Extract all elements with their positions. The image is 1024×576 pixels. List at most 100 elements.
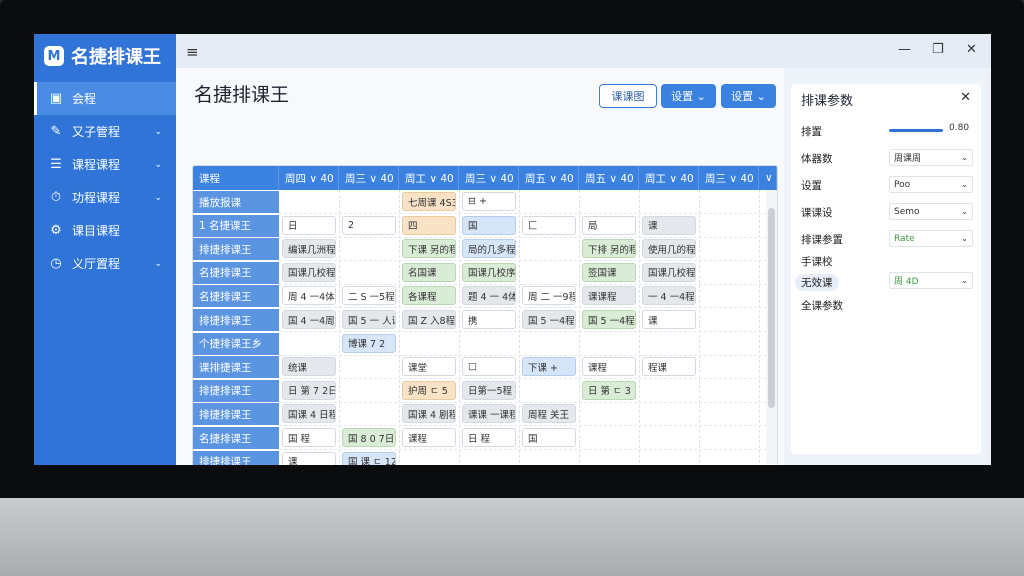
schedule-cell[interactable]: 下课 +	[522, 357, 576, 377]
column-header-course[interactable]: 课程	[193, 166, 279, 190]
row-label[interactable]: 个捷排课王乡	[193, 332, 279, 355]
column-header[interactable]: ∨	[759, 166, 777, 190]
schedule-cell[interactable]: □	[462, 357, 516, 377]
close-icon[interactable]: ✕	[960, 90, 971, 105]
schedule-cell[interactable]: 日 程	[462, 428, 516, 447]
schedule-cell[interactable]: 课堂	[402, 357, 456, 377]
schedule-cell[interactable]: 国 Z 入8程	[402, 310, 456, 329]
schedule-cell[interactable]: 国 5 一 人课	[342, 310, 396, 329]
schedule-cell[interactable]: 下课 另的程	[402, 239, 456, 259]
schedule-cell[interactable]: 日第一5程	[462, 380, 516, 400]
row-label[interactable]: 课排捷课王	[193, 356, 279, 379]
schedule-cell[interactable]: 博课 7 2	[342, 333, 396, 353]
schedule-cell[interactable]: 课程	[402, 428, 456, 447]
param-select[interactable]: 周 4D ⌄	[889, 272, 973, 289]
schedule-cell[interactable]: 课课程	[582, 286, 636, 306]
row-label[interactable]: 排捷排课王	[193, 403, 279, 426]
param-select[interactable]: 周课周 ⌄	[889, 149, 973, 166]
column-header[interactable]: 周五 ∨ 40	[519, 166, 579, 190]
schedule-cell[interactable]: 题 4 一 4体程	[462, 286, 516, 306]
schedule-cell[interactable]: 国 程	[282, 428, 336, 447]
column-header[interactable]: 周四 ∨ 40	[279, 166, 339, 190]
settings-button-2[interactable]: 设置 ⌄	[721, 84, 776, 108]
sidebar-item-dashboard[interactable]: ▣ 会程	[34, 82, 176, 115]
row-label[interactable]: 播放报课	[193, 191, 279, 213]
sidebar-item-function-courses[interactable]: ⏱ 功程课程 ⌄	[34, 181, 176, 214]
schedule-cell[interactable]: 程课	[642, 357, 696, 377]
row-label[interactable]: 排捷排课王	[193, 238, 279, 261]
schedule-cell[interactable]: 使用几的程	[642, 239, 696, 259]
menu-icon[interactable]: ≡	[186, 43, 199, 61]
schedule-cell[interactable]: 签国课	[582, 262, 636, 282]
schedule-cell[interactable]: 护周 ㄷ 5	[402, 380, 456, 400]
schedule-cell[interactable]: 周 4 一4体程	[282, 286, 336, 306]
row-label[interactable]: 排捷排课王	[193, 309, 279, 331]
sidebar-item-subject-courses[interactable]: ⚙ 课目课程	[34, 214, 176, 247]
schedule-cell[interactable]: 国 课 ㄷ 12 周	[342, 451, 396, 465]
schedule-cell[interactable]: 日 第 7 2日 国	[282, 380, 336, 400]
schedule-cell[interactable]: 国	[522, 428, 576, 447]
schedule-cell[interactable]: 课	[642, 215, 696, 235]
schedule-cell[interactable]: 四	[402, 215, 456, 235]
column-header[interactable]: 周工 ∨ 40	[639, 166, 699, 190]
schedule-cell[interactable]: 国课几校程	[282, 262, 336, 282]
schedule-cell[interactable]: 编课几洲程	[282, 239, 336, 259]
sidebar-item-courses[interactable]: ☰ 课程课程 ⌄	[34, 148, 176, 181]
schedule-cell[interactable]: 周 二 一9程程	[522, 286, 576, 306]
schedule-cell[interactable]: 课	[282, 451, 336, 465]
sidebar-item-management[interactable]: ✎ 又子管程 ⌄	[34, 115, 176, 148]
scrollbar-thumb[interactable]	[768, 208, 775, 408]
schedule-cell[interactable]: 七周课 4S30	[402, 192, 456, 211]
param-select[interactable]: Rate ⌄	[889, 230, 973, 247]
column-header[interactable]: 周三 ∨ 40	[699, 166, 759, 190]
schedule-cell[interactable]: 课程	[582, 357, 636, 377]
schedule-cell[interactable]: 各课程	[402, 286, 456, 306]
schedule-cell[interactable]: 日 第 ㄷ 3	[582, 380, 636, 400]
schedule-cell[interactable]: 名国课	[402, 262, 456, 282]
schedule-cell[interactable]: 局	[582, 215, 636, 235]
schedule-cell[interactable]: 周程 关王	[522, 404, 576, 424]
schedule-cell[interactable]: 课	[642, 310, 696, 329]
schedule-cell[interactable]: 国 5 一4程	[582, 310, 636, 329]
schedule-cell[interactable]: 国	[462, 215, 516, 235]
schedule-cell[interactable]: 国课几校序	[462, 262, 516, 282]
row-label[interactable]: 排捷排课王	[193, 379, 279, 402]
restore-icon[interactable]: ❐	[932, 42, 944, 57]
schedule-cell[interactable]: 二 S 一5程	[342, 286, 396, 306]
row-label[interactable]: 名捷排课王	[193, 285, 279, 308]
schedule-cell[interactable]: 国课几校程	[642, 262, 696, 282]
schedule-cell[interactable]: 携	[462, 310, 516, 329]
schedule-cell[interactable]: 匚	[522, 215, 576, 235]
schedule-cell[interactable]: ⊟ +	[462, 192, 516, 211]
schedule-cell[interactable]: 统课	[282, 357, 336, 377]
app-logo[interactable]: M 名捷排课王	[44, 40, 161, 72]
sidebar-item-hall-settings[interactable]: ◷ 义厅置程 ⌄	[34, 247, 176, 280]
view-schedule-button[interactable]: 课课图	[599, 84, 657, 108]
grid-scrollbar[interactable]	[766, 190, 777, 464]
column-header[interactable]: 周工 ∨ 40	[399, 166, 459, 190]
schedule-cell[interactable]: 下排 另的程	[582, 239, 636, 259]
param-slider[interactable]	[889, 129, 943, 132]
settings-button-1[interactable]: 设置 ⌄	[661, 84, 716, 108]
schedule-cell[interactable]: 日	[282, 215, 336, 235]
param-select[interactable]: Semo ⌄	[889, 203, 973, 220]
row-label[interactable]: 名捷排课王	[193, 427, 279, 449]
close-icon[interactable]: ✕	[966, 42, 977, 57]
schedule-cell[interactable]: 课课 一课程	[462, 404, 516, 424]
row-label[interactable]: 名捷排课王	[193, 261, 279, 284]
column-header[interactable]: 周五 ∨ 40	[579, 166, 639, 190]
row-label[interactable]: 1 名捷课王	[193, 214, 279, 237]
schedule-cell[interactable]: 国课 4 剧程	[402, 404, 456, 424]
column-header[interactable]: 周三 ∨ 40	[459, 166, 519, 190]
schedule-cell[interactable]: 国课 4 日程	[282, 404, 336, 424]
schedule-cell[interactable]: 国 8 0 7日	[342, 428, 396, 447]
schedule-cell[interactable]: 国 4 一4周程	[282, 310, 336, 329]
schedule-cell[interactable]: 2	[342, 215, 396, 235]
param-select[interactable]: Poo ⌄	[889, 176, 973, 193]
schedule-cell[interactable]: 一 4 一4程程	[642, 286, 696, 306]
schedule-cell[interactable]: 国 5 一4程	[522, 310, 576, 329]
row-label[interactable]: 排捷排课王	[193, 450, 279, 465]
minimize-icon[interactable]: —	[898, 42, 911, 57]
schedule-cell[interactable]: 局的几多程	[462, 239, 516, 259]
column-header[interactable]: 周三 ∨ 40	[339, 166, 399, 190]
